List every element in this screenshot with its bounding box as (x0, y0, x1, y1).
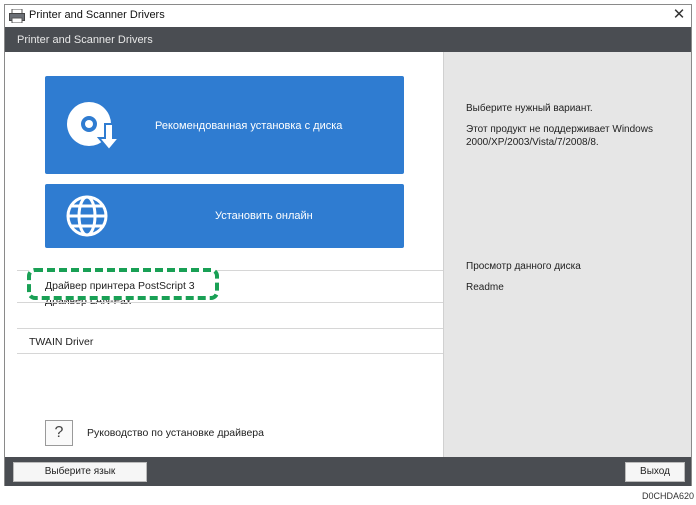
select-option-prompt: Выберите нужный вариант. (466, 103, 593, 114)
install-online-label: Установить онлайн (215, 210, 313, 222)
list-item-twain-driver[interactable]: TWAIN Driver (17, 328, 443, 354)
install-from-disc-label: Рекомендованная установка с диска (155, 120, 343, 132)
select-language-button[interactable]: Выберите язык (13, 462, 147, 482)
globe-icon (65, 194, 109, 243)
title-bar: Printer and Scanner Drivers ✕ (5, 5, 691, 27)
postscript-driver-label: Драйвер принтера PostScript 3 (45, 280, 195, 292)
header-bar: Printer and Scanner Drivers (5, 27, 691, 52)
divider (17, 302, 443, 303)
main-panel: Рекомендованная установка с диска Устано… (5, 52, 443, 457)
install-from-disc-button[interactable]: Рекомендованная установка с диска (45, 76, 404, 174)
installer-window: Printer and Scanner Drivers ✕ Printer an… (4, 4, 692, 486)
window-title: Printer and Scanner Drivers (29, 9, 165, 21)
footer-bar: Выберите язык Выход (5, 457, 691, 486)
close-icon[interactable]: ✕ (671, 6, 687, 24)
help-icon[interactable]: ? (45, 420, 73, 446)
info-panel: Выберите нужный вариант. Этот продукт не… (443, 52, 691, 457)
os-support-note: Этот продукт не поддерживает Windows 200… (466, 124, 653, 148)
disc-install-icon (65, 100, 123, 157)
browse-disc-link[interactable]: Просмотр данного диска (466, 261, 581, 272)
figure-code: D0CHDA620 (641, 491, 694, 501)
driver-install-guide-label[interactable]: Руководство по установке драйвера (87, 427, 264, 439)
header-title: Printer and Scanner Drivers (17, 34, 153, 46)
readme-link[interactable]: Readme (466, 282, 504, 293)
twain-driver-label: TWAIN Driver (29, 336, 94, 348)
exit-button[interactable]: Выход (625, 462, 685, 482)
install-online-button[interactable]: Установить онлайн (45, 184, 404, 248)
highlighted-postscript-driver[interactable]: Драйвер принтера PostScript 3 (27, 268, 219, 300)
printer-app-icon (9, 8, 25, 24)
